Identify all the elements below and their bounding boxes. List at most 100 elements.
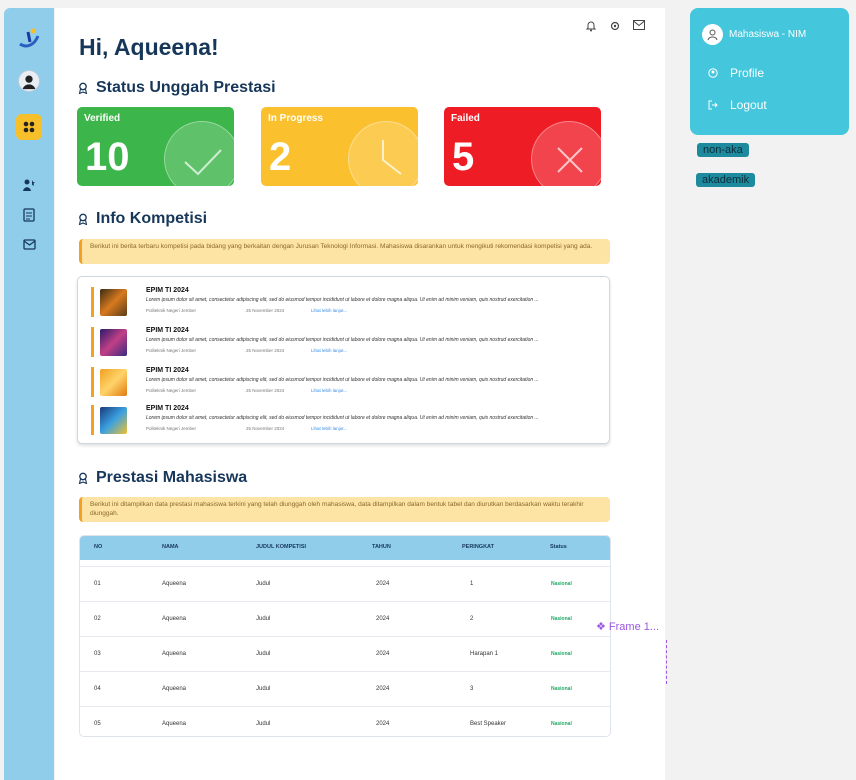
- table-row[interactable]: 05 Aqueena Judul 2024 Best Speaker Nasio…: [80, 706, 610, 736]
- chip-akademik[interactable]: akademik: [696, 173, 756, 187]
- kompetisi-list: EPIM TI 2024 Lorem ipsum dolor sit amet,…: [77, 276, 610, 444]
- competition-title: EPIM TI 2024: [146, 327, 189, 334]
- cell-nama: Aqueena: [162, 616, 187, 622]
- settings-gear-icon[interactable]: [609, 20, 621, 32]
- table-row[interactable]: 03 Aqueena Judul 2024 Harapan 1 Nasional: [80, 636, 610, 671]
- competition-org: Politeknik Negeri Jember: [146, 426, 197, 431]
- in-progress-label: In Progress: [268, 113, 324, 124]
- col-judul: JUDUL KOMPETISI: [256, 544, 307, 550]
- cell-judul: Judul: [256, 616, 271, 622]
- top-toolbar: [585, 20, 645, 32]
- read-more-link[interactable]: Lihat lebih lanjut...: [311, 348, 347, 353]
- status-badge: Nasional: [551, 616, 572, 622]
- cell-nama: Aqueena: [162, 686, 187, 692]
- competition-desc: Lorem ipsum dolor sit amet, consectetur …: [146, 415, 539, 421]
- cell-peringkat: Best Speaker: [470, 721, 507, 727]
- section-title-text: Prestasi Mahasiswa: [96, 469, 248, 486]
- competition-org: Politeknik Negeri Jember: [146, 308, 197, 313]
- chip-non-akademik[interactable]: non-aka: [697, 143, 749, 157]
- dashboard-icon[interactable]: [16, 114, 42, 140]
- failed-card[interactable]: Failed 5: [444, 107, 601, 186]
- document-icon[interactable]: [22, 208, 36, 222]
- verified-card[interactable]: Verified 10: [77, 107, 234, 186]
- user-dropdown-menu: Mahasiswa - NIM Profile Logout: [690, 8, 849, 135]
- cell-no: 05: [94, 721, 101, 727]
- cell-tahun: 2024: [376, 581, 390, 587]
- poster-thumbnail: [100, 369, 127, 396]
- list-item[interactable]: EPIM TI 2024 Lorem ipsum dolor sit amet,…: [91, 367, 601, 399]
- dropdown-header: Mahasiswa - NIM: [702, 24, 806, 45]
- table-header: NO NAMA JUDUL KOMPETISI TAHUN PERINGKAT …: [80, 536, 610, 560]
- competition-org: Politeknik Negeri Jember: [146, 348, 197, 353]
- accent-bar: [91, 287, 94, 317]
- table-row[interactable]: 04 Aqueena Judul 2024 3 Nasional: [80, 671, 610, 706]
- competition-desc: Lorem ipsum dolor sit amet, consectetur …: [146, 337, 539, 343]
- logout-menu-item[interactable]: Logout: [708, 98, 767, 112]
- cell-peringkat: 3: [470, 686, 474, 692]
- prestasi-section-title: Prestasi Mahasiswa: [77, 469, 247, 487]
- achievement-icon[interactable]: [22, 178, 36, 192]
- cell-peringkat: Harapan 1: [470, 651, 499, 657]
- frame-label[interactable]: ❖ Frame 1...: [596, 620, 659, 633]
- notification-bell-icon[interactable]: [585, 20, 597, 32]
- verified-count: 10: [85, 135, 130, 179]
- cell-nama: Aqueena: [162, 721, 187, 727]
- read-more-link[interactable]: Lihat lebih lanjut...: [311, 388, 347, 393]
- competition-date: 25 November 2024: [246, 308, 285, 313]
- verified-label: Verified: [84, 113, 121, 124]
- status-badge: Nasional: [551, 651, 572, 657]
- col-peringkat: PERINGKAT: [462, 544, 494, 550]
- competition-date: 25 November 2024: [246, 348, 285, 353]
- user-avatar[interactable]: [18, 70, 40, 92]
- mail-icon[interactable]: [22, 237, 36, 251]
- competition-title: EPIM TI 2024: [146, 367, 189, 374]
- in-progress-card[interactable]: In Progress 2: [261, 107, 418, 186]
- competition-desc: Lorem ipsum dolor sit amet, consectetur …: [146, 377, 539, 383]
- in-progress-count: 2: [269, 135, 292, 179]
- award-icon: [77, 82, 89, 94]
- section-title-text: Status Unggah Prestasi: [96, 79, 276, 96]
- cell-tahun: 2024: [376, 651, 390, 657]
- table-row[interactable]: 01 Aqueena Judul 2024 1 Nasional: [80, 566, 610, 601]
- profile-menu-item[interactable]: Profile: [708, 66, 764, 80]
- cell-no: 04: [94, 686, 101, 692]
- prestasi-table: NO NAMA JUDUL KOMPETISI TAHUN PERINGKAT …: [79, 535, 611, 737]
- main-content: Hi, Aqueena! Status Unggah Prestasi Veri…: [55, 8, 665, 780]
- accent-bar: [91, 405, 94, 435]
- read-more-link[interactable]: Lihat lebih lanjut...: [311, 308, 347, 313]
- cell-no: 02: [94, 616, 101, 622]
- list-item[interactable]: EPIM TI 2024 Lorem ipsum dolor sit amet,…: [91, 327, 601, 359]
- competition-date: 25 November 2024: [246, 388, 285, 393]
- award-icon: [77, 472, 89, 484]
- competition-date: 25 November 2024: [246, 426, 285, 431]
- poster-thumbnail: [100, 289, 127, 316]
- logout-label: Logout: [730, 98, 767, 112]
- clock-icon: [348, 121, 418, 186]
- logout-icon: [708, 100, 718, 110]
- award-icon: [77, 213, 89, 225]
- status-badge: Nasional: [551, 686, 572, 692]
- profile-icon: [708, 68, 718, 78]
- kompetisi-section-title: Info Kompetisi: [77, 210, 207, 228]
- status-badge: Nasional: [551, 581, 572, 587]
- sidebar: [4, 8, 54, 780]
- cell-nama: Aqueena: [162, 581, 187, 587]
- profile-label: Profile: [730, 66, 765, 80]
- accent-bar: [91, 327, 94, 357]
- cross-icon: [531, 121, 601, 186]
- mail-icon[interactable]: [633, 20, 645, 32]
- col-tahun: TAHUN: [372, 544, 391, 550]
- list-item[interactable]: EPIM TI 2024 Lorem ipsum dolor sit amet,…: [91, 405, 601, 437]
- cell-tahun: 2024: [376, 616, 390, 622]
- poster-thumbnail: [100, 407, 127, 434]
- cell-peringkat: 2: [470, 616, 474, 622]
- list-item[interactable]: EPIM TI 2024 Lorem ipsum dolor sit amet,…: [91, 287, 601, 319]
- cell-judul: Judul: [256, 721, 271, 727]
- read-more-link[interactable]: Lihat lebih lanjut...: [311, 426, 347, 431]
- cell-tahun: 2024: [376, 721, 390, 727]
- app-logo[interactable]: [16, 26, 42, 52]
- status-badge: Nasional: [551, 721, 572, 727]
- table-row[interactable]: 02 Aqueena Judul 2024 2 Nasional: [80, 601, 610, 636]
- col-status: Status: [550, 544, 567, 550]
- competition-title: EPIM TI 2024: [146, 287, 189, 294]
